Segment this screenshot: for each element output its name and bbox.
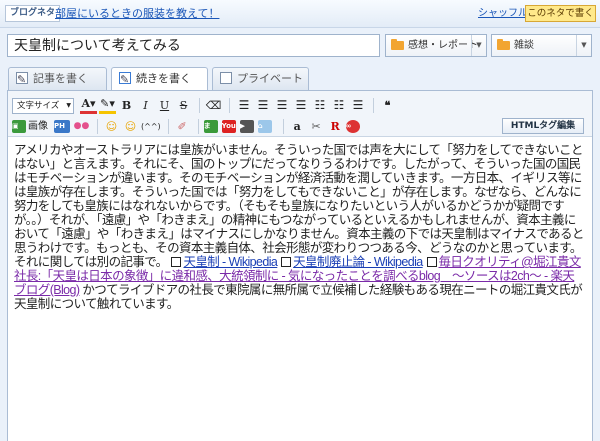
category-2-value: 雑談 (514, 40, 534, 51)
map-icon[interactable]: ⌂ (257, 120, 272, 133)
tab-label: 記事を書く (33, 72, 88, 85)
scissors-icon[interactable]: ✂ (308, 118, 325, 135)
rakuten-icon[interactable]: R (327, 118, 344, 135)
emoji-icon[interactable]: ☺ (103, 118, 120, 135)
align-left-icon[interactable]: ☰ (235, 97, 252, 114)
tab-label: 続きを書く (136, 72, 191, 85)
toolbar-divider (229, 98, 230, 113)
chevron-down-icon: ▼ (576, 35, 591, 56)
justify-icon[interactable]: ☰ (292, 97, 309, 114)
editor-toolbar: 文字サイズ A▾ ✎▾ B I U S ⌫ ☰ ☰ ☰ ☰ ☷ ☷ ☰ ❝ ▣ … (8, 91, 592, 137)
editor-content[interactable]: アメリカやオーストラリアには皇族がいません。そういった国では声を大にして「努力を… (14, 143, 584, 311)
toolbar-divider (199, 98, 200, 113)
photo-service-icon[interactable]: PH (54, 120, 70, 133)
post-editor: 文字サイズ A▾ ✎▾ B I U S ⌫ ☰ ☰ ☰ ☰ ☷ ☷ ☰ ❝ ▣ … (7, 90, 593, 441)
image-icon[interactable]: ▣ (12, 120, 26, 133)
pencil-icon (119, 69, 131, 90)
neta-topic-link[interactable]: 部屋にいるときの服装を教えて！ (55, 6, 219, 22)
body-paragraph-2: かつてライブドアの社長で東院属に無所属で立候補した経験もある現在ニートの堀江貴文… (14, 283, 583, 311)
tab-label: プライベート (237, 72, 303, 85)
write-with-neta-button[interactable]: このネタで書く (525, 5, 596, 22)
tab-write-continuation[interactable]: 続きを書く (111, 67, 208, 91)
toolbar-divider (373, 98, 374, 113)
image-button[interactable]: 画像 (28, 118, 48, 135)
italic-icon[interactable]: I (137, 97, 154, 114)
video-icon[interactable]: ▶ (239, 120, 254, 133)
clear-format-icon[interactable]: ⌫ (205, 97, 222, 114)
post-title-input[interactable]: 天皇制について考えてみる (7, 34, 380, 57)
pencil-icon (16, 69, 28, 90)
link-icon[interactable]: ∞ (345, 120, 360, 133)
kaomoji-icon[interactable]: (^^) (141, 118, 161, 135)
amazon-icon[interactable]: a (289, 118, 306, 135)
underline-icon[interactable]: U (156, 97, 173, 114)
highlight-color-icon[interactable]: ✎▾ (99, 97, 116, 114)
category-1-value: 感想・レポート (408, 40, 478, 51)
text-color-icon[interactable]: A▾ (80, 97, 97, 114)
wikipedia-tennousei-link[interactable]: 天皇制 - Wikipedia (183, 255, 277, 269)
align-center-icon[interactable]: ☰ (254, 97, 271, 114)
flickr-icon[interactable]: ●● (73, 118, 90, 135)
strikethrough-icon[interactable]: S (175, 97, 192, 114)
document-icon (220, 72, 232, 84)
bullet-list-icon[interactable]: ☷ (311, 97, 328, 114)
chevron-down-icon: ▼ (471, 35, 486, 56)
category-select-2[interactable]: 雑談 ▼ (491, 34, 592, 57)
link-checkbox-icon (171, 257, 182, 267)
align-right-icon[interactable]: ☰ (273, 97, 290, 114)
wikipedia-abolition-link[interactable]: 天皇制廃止論 - Wikipedia (293, 255, 423, 269)
toolbar-divider (197, 119, 199, 134)
blog-neta-label: ブログネタ (5, 5, 61, 22)
blog-neta-bar: ブログネタ 部屋にいるときの服装を教えて！ シャッフル|探す このネタで書く (0, 0, 600, 28)
toolbar-divider (97, 119, 98, 134)
folder-icon (497, 39, 510, 50)
html-tag-edit-button[interactable]: HTMLタグ編集 (502, 118, 584, 134)
numbered-list-icon[interactable]: ☷ (330, 97, 347, 114)
paint-icon[interactable]: ✐ (174, 118, 191, 135)
indent-icon[interactable]: ☰ (349, 97, 366, 114)
toolbar-divider (282, 119, 284, 134)
neta-icon[interactable]: ま (203, 120, 218, 133)
bold-icon[interactable]: B (118, 97, 135, 114)
youtube-icon[interactable]: You (221, 120, 236, 133)
link-checkbox-icon (426, 257, 437, 267)
tab-write-article[interactable]: 記事を書く (8, 67, 107, 90)
toolbar-divider (167, 119, 169, 134)
category-select-1[interactable]: 感想・レポート ▼ (385, 34, 487, 57)
body-paragraph: アメリカやオーストラリアには皇族がいません。そういった国では声を大にして「努力を… (14, 143, 584, 269)
emoticon-icon[interactable]: ☺ (122, 118, 139, 135)
tab-private[interactable]: プライベート (212, 67, 309, 90)
folder-icon (391, 39, 404, 50)
font-size-select[interactable]: 文字サイズ (12, 97, 74, 114)
shuffle-link[interactable]: シャッフル (478, 8, 528, 19)
link-checkbox-icon (281, 257, 292, 267)
quote-icon[interactable]: ❝ (379, 97, 396, 114)
